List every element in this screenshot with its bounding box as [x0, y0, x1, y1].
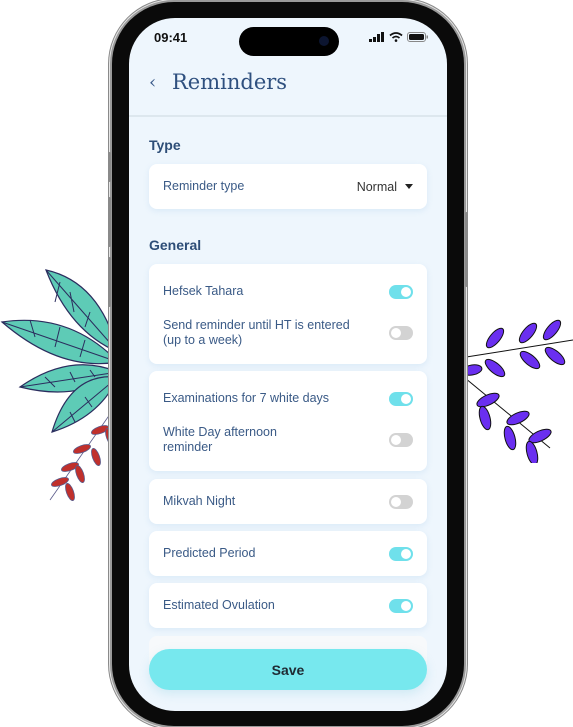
reminder-label: Predicted Period: [163, 546, 256, 560]
send-reminder-until-ht-toggle[interactable]: [389, 326, 413, 340]
section-title-general: General: [149, 237, 202, 253]
reminder-type-label: Reminder type: [163, 179, 245, 193]
estimated-ovulation-toggle[interactable]: [389, 598, 413, 613]
header: ‹ Reminders: [129, 58, 447, 117]
mikvah-night-toggle[interactable]: [389, 494, 413, 509]
power-button: [465, 212, 468, 287]
phone-frame: 09:41 ‹ Reminders Type Reminder type Nor…: [108, 2, 468, 726]
reminder-card: Examinations for 7 white days White Day …: [149, 371, 427, 471]
status-bar: 09:41: [129, 18, 447, 58]
reminder-card: Predicted Period: [149, 531, 427, 576]
camera-icon: [319, 36, 329, 46]
side-button: [108, 152, 111, 182]
volume-up-button: [108, 197, 111, 247]
wifi-icon: [389, 32, 403, 42]
reminder-card: Hefsek Tahara Send reminder until HT is …: [149, 264, 427, 364]
screen: 09:41 ‹ Reminders Type Reminder type Nor…: [129, 18, 447, 711]
signal-icon: [369, 32, 384, 42]
dynamic-island: [239, 27, 339, 56]
reminder-label: Send reminder until HT is entered (up to…: [163, 318, 350, 347]
reminder-label: Mikvah Night: [163, 494, 236, 508]
predicted-period-toggle[interactable]: [389, 546, 413, 561]
reminder-label: White Day afternoon reminder: [163, 425, 277, 454]
white-day-afternoon-toggle[interactable]: [389, 433, 413, 447]
reminder-label: Hefsek Tahara: [163, 284, 244, 298]
examinations-toggle[interactable]: [389, 391, 413, 406]
volume-down-button: [108, 257, 111, 307]
save-button[interactable]: Save: [149, 649, 427, 690]
caret-down-icon: [405, 184, 413, 189]
battery-icon: [407, 32, 428, 42]
reminder-label: Estimated Ovulation: [163, 598, 275, 612]
page-title: Reminders: [172, 70, 288, 94]
reminder-type-value: Normal: [356, 179, 397, 194]
reminder-type-card[interactable]: Reminder type Normal: [149, 164, 427, 209]
reminder-card: Estimated Ovulation: [149, 583, 427, 628]
reminder-label: Examinations for 7 white days: [163, 391, 330, 405]
reminder-type-dropdown[interactable]: Normal: [357, 180, 413, 194]
status-time: 09:41: [154, 30, 188, 45]
hefsek-tahara-toggle[interactable]: [389, 284, 413, 299]
chevron-left-icon[interactable]: ‹: [149, 72, 156, 93]
reminder-card: Mikvah Night: [149, 479, 427, 524]
section-title-type: Type: [149, 137, 181, 153]
